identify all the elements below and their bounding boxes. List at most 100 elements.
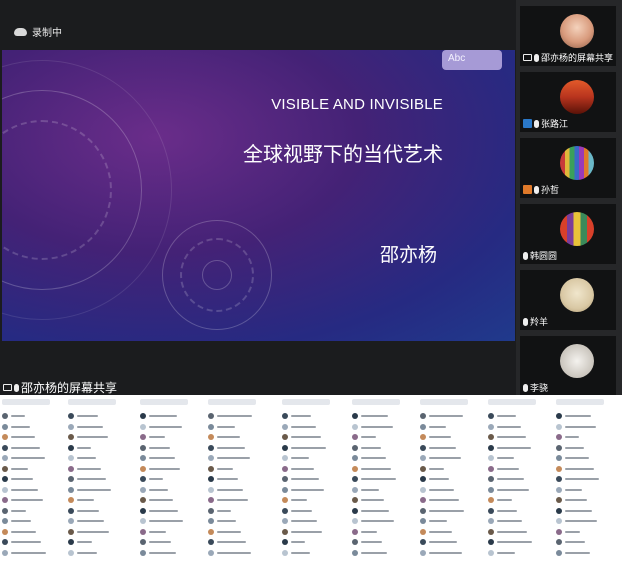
- recording-indicator[interactable]: 录制中: [14, 24, 62, 39]
- avatar: [2, 444, 8, 451]
- list-item: [420, 422, 480, 433]
- avatar: [352, 476, 358, 483]
- avatar: [140, 455, 146, 462]
- participant-name: [11, 520, 31, 523]
- participant-name: [361, 446, 381, 449]
- participant-name: [361, 499, 384, 502]
- text-style-badge[interactable]: Abc: [442, 50, 502, 70]
- participant-name: [11, 541, 41, 544]
- avatar: [282, 549, 288, 556]
- list-item: [282, 443, 342, 454]
- list-item: [140, 453, 200, 464]
- list-item: [208, 516, 268, 527]
- list-item: [2, 432, 62, 443]
- participant-name: [77, 488, 111, 491]
- participant-name: [291, 415, 311, 418]
- avatar: [140, 518, 146, 525]
- participant-name: [429, 509, 464, 512]
- avatar: [352, 539, 358, 546]
- list-item: [2, 422, 62, 433]
- participant-name: [149, 499, 173, 502]
- participant-name: [77, 446, 91, 449]
- mic-icon: [523, 317, 528, 326]
- list-item: [282, 527, 342, 538]
- list-item: [556, 495, 616, 506]
- list-item: [140, 537, 200, 548]
- list-item: [352, 474, 412, 485]
- avatar: [2, 423, 8, 430]
- participant-name: [429, 488, 454, 491]
- avatar: [560, 344, 594, 378]
- avatar: [488, 486, 494, 493]
- participant-name: [361, 457, 386, 460]
- avatar: [556, 423, 562, 430]
- participant-name: [497, 415, 516, 418]
- participant-name: [291, 541, 305, 544]
- list-item: [420, 548, 480, 559]
- avatar: [68, 507, 74, 514]
- participant-name: [149, 530, 166, 533]
- participant-name: [77, 520, 104, 523]
- cloud-icon: [14, 27, 27, 36]
- participant-tile[interactable]: 李骁: [520, 336, 616, 396]
- participant-name: [77, 551, 97, 554]
- list-item: [420, 516, 480, 527]
- participant-list-screenshots: [0, 395, 622, 567]
- avatar: [556, 549, 562, 556]
- list-item: [282, 537, 342, 548]
- avatar: [68, 497, 74, 504]
- list-item: [2, 506, 62, 517]
- avatar: [488, 507, 494, 514]
- list-item: [68, 411, 128, 422]
- avatar: [2, 486, 8, 493]
- participant-tile[interactable]: 邵亦杨的屏幕共享: [520, 6, 616, 66]
- screen-share-icon: [523, 54, 532, 61]
- avatar: [140, 465, 146, 472]
- participant-tile[interactable]: 韩圆圆: [520, 204, 616, 264]
- list-item: [2, 453, 62, 464]
- avatar: [140, 413, 146, 420]
- panel-header: [556, 399, 604, 405]
- participant-tile[interactable]: 张路江: [520, 72, 616, 132]
- participant-name: [361, 551, 387, 554]
- participant-name: [565, 446, 584, 449]
- avatar: [352, 486, 358, 493]
- participant-name: [361, 467, 391, 470]
- participant-name: 羚羊: [530, 318, 549, 328]
- mic-icon[interactable]: [14, 383, 19, 392]
- avatar: [420, 486, 426, 493]
- avatar: [352, 455, 358, 462]
- participant-name: [361, 488, 379, 491]
- avatar: [140, 539, 146, 546]
- participant-name: [149, 551, 176, 554]
- participant-name: [217, 446, 245, 449]
- list-item: [282, 432, 342, 443]
- participant-name: [217, 415, 252, 418]
- participant-name: [497, 436, 526, 439]
- participant-tile[interactable]: 羚羊: [520, 270, 616, 330]
- avatar: [2, 549, 8, 556]
- list-item: [140, 432, 200, 443]
- list-item: [282, 516, 342, 527]
- participant-tile[interactable]: 孙哲: [520, 138, 616, 198]
- avatar: [282, 486, 288, 493]
- list-item: [208, 432, 268, 443]
- participant-name: [217, 509, 231, 512]
- avatar: [560, 14, 594, 48]
- avatar: [2, 518, 8, 525]
- avatar: [488, 423, 494, 430]
- participant-list-panel: [352, 399, 412, 559]
- list-item: [488, 516, 548, 527]
- list-item: [2, 485, 62, 496]
- list-item: [556, 485, 616, 496]
- participant-sidebar: 邵亦杨的屏幕共享 张路江 孙哲 韩圆圆 羚羊 李骁: [516, 0, 622, 396]
- list-item: [68, 516, 128, 527]
- panel-header: [68, 399, 116, 405]
- participant-name: [149, 520, 183, 523]
- list-item: [352, 432, 412, 443]
- list-item: [420, 485, 480, 496]
- list-item: [2, 411, 62, 422]
- list-item: [208, 464, 268, 475]
- list-item: [140, 527, 200, 538]
- list-item: [208, 548, 268, 559]
